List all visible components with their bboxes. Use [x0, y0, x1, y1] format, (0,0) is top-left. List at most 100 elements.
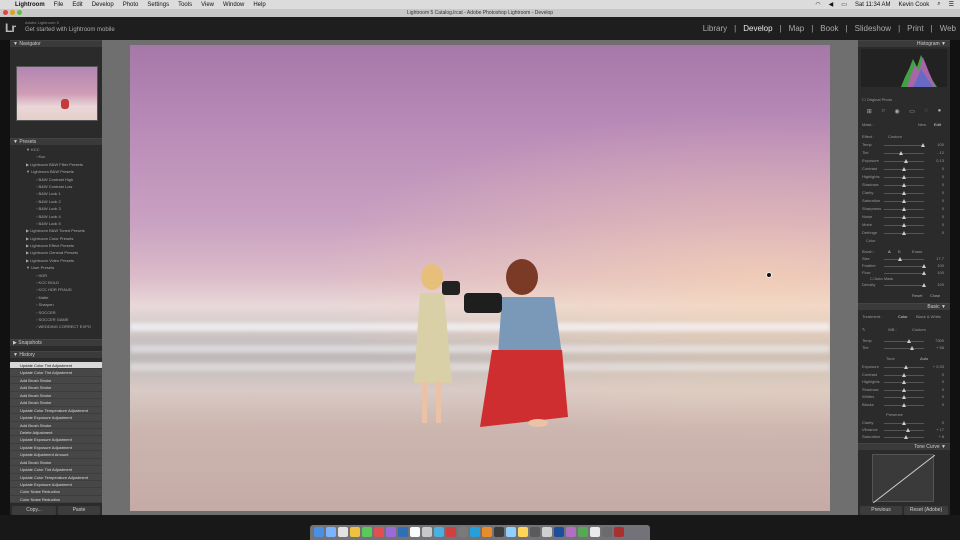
effect-dropdown[interactable]: Custom — [888, 134, 902, 139]
slider-knob[interactable] — [902, 395, 906, 399]
slider-value[interactable]: 0 — [942, 402, 944, 407]
color-swatch-label[interactable]: Color — [866, 238, 876, 243]
dock-app-icon[interactable] — [530, 527, 540, 537]
preset-item[interactable]: ▫ KCC BOLD — [10, 279, 102, 286]
history-item[interactable]: Add Brush Stroke — [10, 458, 102, 467]
dock-app-icon[interactable] — [362, 527, 372, 537]
volume-icon[interactable]: ◀ — [829, 1, 834, 8]
dock-app-icon[interactable] — [386, 527, 396, 537]
slider-vibrance[interactable]: Vibrance + 17 — [862, 427, 946, 434]
slider-exposure[interactable]: Exposure + 0.33 — [862, 364, 946, 371]
slider-knob[interactable] — [902, 231, 906, 235]
slider-knob[interactable] — [902, 402, 906, 407]
tone-curve-graph[interactable] — [872, 454, 936, 504]
dock-app-icon[interactable] — [434, 527, 444, 537]
automask-checkbox[interactable]: ☐ Auto Mask — [870, 276, 893, 281]
slider-value[interactable]: 0 — [942, 182, 944, 187]
preset-item[interactable]: ▫ B&W Contrast High — [10, 176, 102, 183]
slider-knob[interactable] — [902, 207, 906, 211]
dock-app-icon[interactable] — [578, 527, 588, 537]
preset-item[interactable]: ▫ Sharpen — [10, 301, 102, 308]
preset-item[interactable]: ▼ Lightroom B&W Presets — [10, 168, 102, 175]
history-item[interactable]: Update Exposure Adjustment — [10, 414, 102, 422]
dock-app-icon[interactable] — [614, 527, 624, 537]
slider-saturation[interactable]: Saturation 0 — [862, 198, 946, 205]
dock-app-icon[interactable] — [326, 527, 336, 537]
slider-size[interactable]: Size 17.7 — [862, 256, 946, 263]
spot-removal-icon[interactable]: ○ — [881, 108, 885, 117]
slider-contrast[interactable]: Contrast 0 — [862, 166, 946, 173]
slider-knob[interactable] — [906, 428, 910, 432]
copy-button[interactable]: Copy... — [12, 506, 56, 515]
slider-knob[interactable] — [902, 223, 906, 227]
wb-dropdown[interactable]: Custom — [912, 327, 926, 332]
history-item[interactable]: Add Brush Stroke — [10, 391, 102, 400]
menu-photo[interactable]: Photo — [123, 2, 139, 8]
dock-app-icon[interactable] — [566, 527, 576, 537]
history-item[interactable]: Update Color Temperature Adjustment — [10, 473, 102, 481]
preset-item[interactable]: ▫ Matte — [10, 294, 102, 301]
histogram-header[interactable]: Histogram ▼ — [858, 40, 950, 47]
preset-item[interactable]: ▫ B&W Look 2 — [10, 198, 102, 205]
preset-item[interactable]: ▫ Kcc — [10, 153, 102, 160]
preset-item[interactable]: ▫ WEDDING CORRECT EXPO — [10, 323, 102, 330]
slider-shadows[interactable]: Shadows 0 — [862, 387, 946, 394]
preset-item[interactable]: ▫ B&W Contrast Low — [10, 183, 102, 190]
menu-help[interactable]: Help — [253, 2, 265, 8]
history-item[interactable]: Update Color Temperature Adjustment — [10, 406, 102, 415]
menu-settings[interactable]: Settings — [147, 2, 169, 8]
wifi-icon[interactable]: ◠ — [815, 1, 820, 8]
brush-a[interactable]: A — [888, 249, 891, 254]
history-item[interactable]: Update Color Tint Adjustment — [10, 369, 102, 377]
dock-app-icon[interactable] — [350, 527, 360, 537]
slider-value[interactable]: 0 — [942, 379, 944, 384]
history-item[interactable]: Color Noise Reduction — [10, 495, 102, 504]
module-slideshow[interactable]: Slideshow — [855, 24, 891, 33]
slider-whites[interactable]: Whites 0 — [862, 394, 946, 401]
identity-plate-line2[interactable]: Get started with Lightroom mobile — [25, 27, 115, 33]
slider-moir[interactable]: Moiré 0 — [862, 222, 946, 229]
history-item[interactable]: Update Color Tint Adjustment — [10, 466, 102, 474]
history-item[interactable]: Add Brush Stroke — [10, 399, 102, 407]
slider-value[interactable]: 0 — [942, 190, 944, 195]
slider-blacks[interactable]: Blacks 0 — [862, 402, 946, 409]
slider-exposure[interactable]: Exposure 0.13 — [862, 158, 946, 165]
slider-value[interactable]: 17.7 — [936, 256, 944, 261]
dock-app-icon[interactable] — [494, 527, 504, 537]
slider-temp[interactable]: Temp 100 — [862, 142, 946, 149]
tone-curve-header[interactable]: Tone Curve ▼ — [858, 443, 950, 450]
brush-b[interactable]: B — [898, 249, 901, 254]
treatment-color[interactable]: Color — [898, 314, 908, 319]
preset-item[interactable]: ▫ B&W Look 4 — [10, 213, 102, 220]
slider-knob[interactable] — [922, 271, 926, 275]
slider-knob[interactable] — [902, 380, 906, 384]
slider-saturation[interactable]: Saturation + 8 — [862, 434, 946, 441]
menu-file[interactable]: File — [54, 2, 64, 8]
history-item[interactable]: Delete Adjustment — [10, 428, 102, 437]
slider-defringe[interactable]: Defringe 0 — [862, 230, 946, 237]
paste-button[interactable]: Paste — [58, 506, 100, 515]
history-item[interactable]: Color Noise Reduction — [10, 488, 102, 496]
slider-tint[interactable]: Tint + 58 — [862, 345, 946, 352]
close-local-button[interactable]: Close — [930, 293, 940, 298]
slider-tint[interactable]: Tint - 12 — [862, 150, 946, 157]
slider-knob[interactable] — [902, 199, 906, 203]
preset-item[interactable]: ▫ B&W Look 5 — [10, 220, 102, 227]
crop-icon[interactable]: ⊞ — [867, 108, 872, 117]
history-item[interactable]: Update Color Tint Adjustment — [10, 362, 102, 370]
preset-item[interactable]: ▶ Lightroom Video Presets — [10, 257, 102, 264]
module-develop[interactable]: Develop — [743, 24, 772, 33]
battery-icon[interactable]: ▭ — [841, 1, 847, 8]
slider-knob[interactable] — [910, 346, 914, 350]
slider-knob[interactable] — [902, 421, 906, 425]
dock-app-icon[interactable] — [446, 527, 456, 537]
module-map[interactable]: Map — [789, 24, 805, 33]
menu-edit[interactable]: Edit — [72, 2, 82, 8]
previous-button[interactable]: Previous — [860, 506, 902, 515]
brush-erase[interactable]: Erase — [912, 249, 922, 254]
slider-highlights[interactable]: Highlights 0 — [862, 174, 946, 181]
slider-value[interactable]: 0 — [942, 394, 944, 399]
preset-item[interactable]: ▶ Lightroom General Presets — [10, 249, 102, 256]
original-photo-checkbox[interactable]: ☐ Original Photo — [862, 97, 892, 102]
slider-highlights[interactable]: Highlights 0 — [862, 379, 946, 386]
